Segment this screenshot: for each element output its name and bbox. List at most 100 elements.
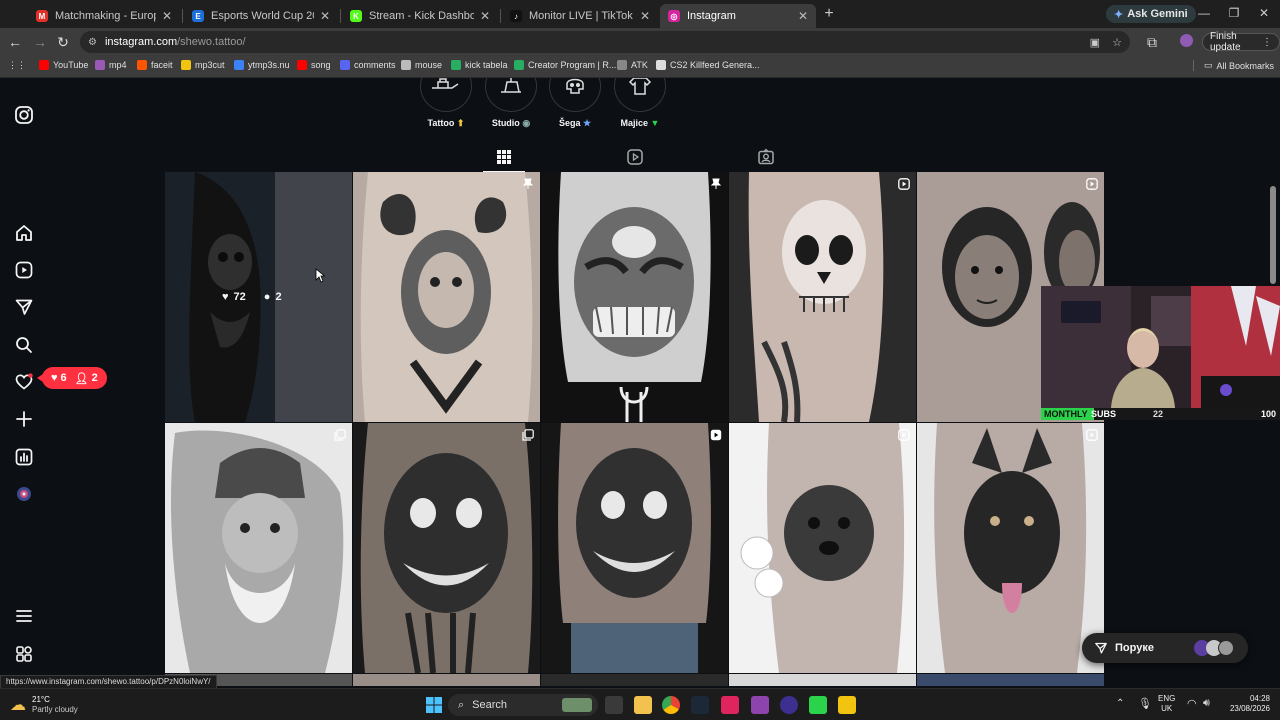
- post-tile[interactable]: [729, 674, 916, 686]
- apps-grid-icon[interactable]: ⋮⋮: [8, 60, 26, 71]
- create-plus-icon[interactable]: [14, 409, 34, 429]
- search-icon[interactable]: [14, 335, 34, 355]
- close-icon[interactable]: ✕: [480, 9, 490, 23]
- bookmark-faceit[interactable]: faceit: [137, 60, 173, 70]
- highlight-studio[interactable]: Studio ◉: [483, 78, 539, 129]
- browser-tab[interactable]: M Matchmaking - Europe 5v5 Qu ✕: [28, 4, 180, 28]
- bookmark-mouse[interactable]: mouse: [401, 60, 442, 70]
- close-icon[interactable]: ✕: [320, 9, 330, 23]
- highlight-sega[interactable]: Šega ★: [547, 78, 603, 129]
- reels-icon[interactable]: [14, 260, 34, 280]
- scrollbar-thumb[interactable]: [1270, 186, 1276, 284]
- tagged-tab-icon[interactable]: [757, 148, 775, 166]
- screen-cast-icon[interactable]: ▣: [1090, 36, 1100, 49]
- minimize-icon[interactable]: —: [1196, 6, 1212, 20]
- browser-tab[interactable]: E Esports World Cup 2026 overvie ✕: [184, 4, 338, 28]
- post-tile[interactable]: ♥ 72 ● 2: [165, 172, 352, 422]
- finish-update-button[interactable]: Finish update ⋮: [1202, 31, 1280, 53]
- messages-label: Поруке: [1115, 642, 1154, 654]
- close-icon[interactable]: ✕: [640, 9, 650, 23]
- bookmark-favicon-icon: [39, 60, 49, 70]
- bookmark-favicon-icon: [297, 60, 307, 70]
- activity-badge[interactable]: ♥ 6 👤︎ 2: [37, 367, 107, 389]
- highlight-tattoo[interactable]: Tattoo ⬆: [418, 78, 474, 129]
- windows-start-icon[interactable]: [425, 696, 443, 714]
- browser-tab[interactable]: K Stream - Kick Dashboard ✕: [342, 4, 498, 28]
- search-highlight-image: [562, 698, 592, 712]
- window-close-icon[interactable]: ✕: [1256, 6, 1272, 20]
- task-view-icon[interactable]: [605, 696, 623, 714]
- app-icon[interactable]: [751, 696, 769, 714]
- highlight-label: Šega: [558, 118, 581, 128]
- forward-icon[interactable]: →: [32, 34, 48, 50]
- chevron-up-icon[interactable]: ⌃: [1116, 698, 1124, 709]
- bookmark-song[interactable]: song: [297, 60, 331, 70]
- app-icon[interactable]: [809, 696, 827, 714]
- clock-date: 23/08/2026: [1229, 704, 1270, 713]
- profile-avatar-icon[interactable]: [1178, 34, 1194, 50]
- browser-tab[interactable]: ♪ Monitor LIVE | TikTok LIVE Cent ✕: [502, 4, 658, 28]
- direct-messages-icon[interactable]: [14, 297, 34, 317]
- close-icon[interactable]: ✕: [162, 9, 172, 23]
- bookmark-comments[interactable]: comments: [340, 60, 396, 70]
- posts-grid-icon[interactable]: [495, 148, 513, 166]
- file-explorer-icon[interactable]: [634, 696, 652, 714]
- extensions-icon[interactable]: ⧉: [1144, 34, 1160, 50]
- post-tile[interactable]: [353, 172, 540, 422]
- browser-tab-active[interactable]: ◎ Instagram ✕: [660, 4, 816, 28]
- messages-button[interactable]: Поруке: [1082, 633, 1248, 663]
- app-icon[interactable]: [838, 696, 856, 714]
- bookmark-ytmp3s[interactable]: ytmp3s.nu: [234, 60, 290, 70]
- instagram-logo-icon[interactable]: [14, 105, 34, 125]
- profile-avatar-icon[interactable]: [14, 484, 34, 504]
- post-tile[interactable]: [353, 423, 540, 673]
- steam-icon[interactable]: [691, 696, 709, 714]
- also-from-meta-icon[interactable]: [14, 644, 34, 664]
- bookmark-mp4[interactable]: mp4: [95, 60, 127, 70]
- back-icon[interactable]: ←: [7, 34, 23, 50]
- post-tile[interactable]: [541, 172, 728, 422]
- restore-icon[interactable]: ❐: [1226, 6, 1242, 20]
- new-tab-button[interactable]: +: [820, 5, 838, 23]
- reels-tab-icon[interactable]: [626, 148, 644, 166]
- app-icon[interactable]: [780, 696, 798, 714]
- post-tile[interactable]: [729, 172, 916, 422]
- url-bar[interactable]: ⚙ instagram.com/shewo.tattoo/ ▣ ☆: [80, 31, 1130, 53]
- post-tile[interactable]: [353, 674, 540, 686]
- post-tile[interactable]: [917, 423, 1104, 673]
- bookmark-creator-program[interactable]: Creator Program | R...: [514, 60, 616, 70]
- microphone-icon[interactable]: 🎙︎: [1138, 697, 1152, 710]
- post-tile[interactable]: [917, 674, 1104, 686]
- bookmark-youtube[interactable]: YouTube: [39, 60, 88, 70]
- chrome-icon[interactable]: [662, 696, 680, 714]
- notifications-heart-icon[interactable]: [14, 372, 34, 392]
- highlight-label: Studio: [491, 118, 520, 128]
- bookmark-atk[interactable]: ATK: [617, 60, 648, 70]
- insights-chart-icon[interactable]: [14, 447, 34, 467]
- clock[interactable]: 04:28 23/08/2026: [1218, 694, 1270, 714]
- close-icon[interactable]: ✕: [798, 9, 808, 23]
- highlight-majice[interactable]: Majice ▼: [612, 78, 668, 128]
- bookmark-mp3cut[interactable]: mp3cut: [181, 60, 225, 70]
- menu-hamburger-icon[interactable]: [14, 606, 34, 626]
- taskbar-search-box[interactable]: ⌕ Search: [448, 694, 598, 716]
- bookmark-star-icon[interactable]: ☆: [1112, 36, 1122, 49]
- all-bookmarks-button[interactable]: ▭ All Bookmarks: [1193, 60, 1274, 71]
- post-tile[interactable]: [165, 423, 352, 673]
- app-icon[interactable]: [721, 696, 739, 714]
- bookmark-kick-tabela[interactable]: kick tabela: [451, 60, 508, 70]
- post-tile[interactable]: [729, 423, 916, 673]
- reload-icon[interactable]: ↻: [55, 34, 71, 50]
- post-tile[interactable]: [541, 674, 728, 686]
- language-indicator[interactable]: ENG UK: [1158, 694, 1175, 714]
- ask-gemini-button[interactable]: ✦ Ask Gemini: [1106, 5, 1196, 23]
- like-count: ♥ 6: [51, 372, 67, 384]
- post-tile[interactable]: [541, 423, 728, 673]
- home-icon[interactable]: [14, 223, 34, 243]
- wifi-icon[interactable]: ◠: [1187, 697, 1197, 710]
- site-info-icon[interactable]: ⚙: [88, 37, 97, 48]
- all-bookmarks-label: All Bookmarks: [1216, 60, 1275, 71]
- weather-widget[interactable]: ☁ 21°C Partly cloudy: [10, 695, 78, 715]
- volume-icon[interactable]: 🔊︎: [1203, 697, 1210, 710]
- bookmark-cs2-killfeed[interactable]: CS2 Killfeed Genera...: [656, 60, 760, 70]
